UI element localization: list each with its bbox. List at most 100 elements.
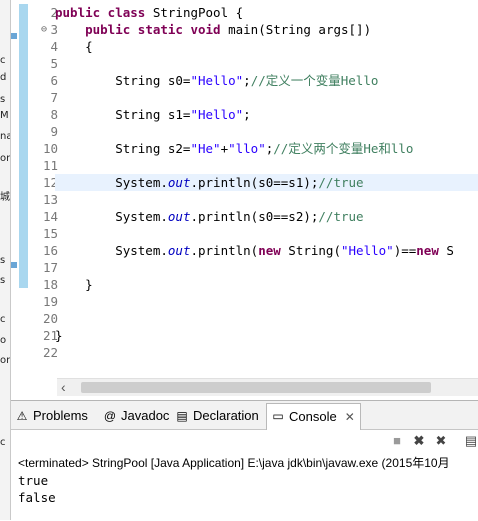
explorer-text-fragment: 城 xyxy=(0,192,10,203)
tab-console[interactable]: ▭ Console ✕ xyxy=(266,403,361,430)
bottom-panel: ⚠ Problems @ Javadoc ▤ Declaration ▭ Console ✕ ■… xyxy=(11,400,478,521)
tab-label: Console xyxy=(289,409,337,424)
code-text: ; xyxy=(243,73,251,88)
code-text: ; xyxy=(243,107,251,122)
code-line[interactable] xyxy=(55,123,478,140)
line-number: 11 xyxy=(42,158,58,173)
string-literal: "llo" xyxy=(228,141,266,156)
explorer-text-fragment: c xyxy=(0,314,6,325)
line-number: 9 xyxy=(50,124,58,139)
explorer-text-fragment: s xyxy=(0,255,6,266)
explorer-text-fragment: c xyxy=(0,55,6,66)
code-text: S xyxy=(438,243,454,258)
code-text: .println(s0==s2); xyxy=(190,209,319,224)
fold-toggle-icon[interactable]: ⊖ xyxy=(39,21,49,38)
terminate-icon[interactable]: ■ xyxy=(389,433,405,449)
overview-ruler xyxy=(11,0,17,380)
field-reference: out xyxy=(167,175,191,190)
comment: //定义一个变量Hello xyxy=(250,73,379,88)
panel-tab-bar: ⚠ Problems @ Javadoc ▤ Declaration ▭ Console ✕ xyxy=(11,401,478,430)
line-number: 13 xyxy=(42,192,58,207)
code-line[interactable] xyxy=(55,55,478,72)
code-text: + xyxy=(220,141,229,156)
console-output: true false xyxy=(18,472,56,506)
comment: //true xyxy=(318,175,364,190)
code-line[interactable]: public class StringPool { xyxy=(55,4,478,21)
code-line[interactable]: System.out.println(s0==s2);//true xyxy=(55,208,478,225)
console-status-line: <terminated> StringPool [Java Applicatio… xyxy=(18,456,450,470)
explorer-text-fragment: or xyxy=(0,153,11,164)
string-literal: "Hello" xyxy=(341,243,394,258)
keyword: new xyxy=(416,243,439,258)
keyword: public class xyxy=(55,5,146,20)
explorer-text-fragment: M xyxy=(0,110,9,121)
string-literal: "He" xyxy=(190,141,221,156)
code-line[interactable] xyxy=(55,157,478,174)
line-number: 2 xyxy=(50,5,58,20)
explorer-text-fragment: na xyxy=(0,131,10,142)
code-text: System. xyxy=(55,243,168,258)
code-line[interactable] xyxy=(55,310,478,327)
ruler-mark[interactable] xyxy=(11,33,17,39)
scroll-left-icon[interactable]: ‹ xyxy=(61,379,66,396)
code-line[interactable] xyxy=(55,191,478,208)
line-number: 21 xyxy=(42,328,58,343)
console-output-line: false xyxy=(18,490,56,505)
code-line[interactable]: System.out.println(new String("Hello")==… xyxy=(55,242,478,259)
code-line[interactable]: { xyxy=(55,38,478,55)
string-literal: "Hello" xyxy=(190,107,244,122)
code-editor[interactable]: 2 3 4 5 6 7 8 9 10 11 12 13 14 15 16 17 18 19 20 21 22 publi… xyxy=(11,0,478,398)
tab-problems[interactable]: ⚠ Problems xyxy=(11,404,97,428)
code-text: String s0= xyxy=(55,73,191,88)
code-line[interactable]: } xyxy=(55,327,478,344)
code-line[interactable]: ⊖ public static void main(String args[]) xyxy=(41,21,478,38)
code-area[interactable]: public class StringPool {⊖ public static… xyxy=(41,4,478,361)
field-reference: out xyxy=(167,209,191,224)
code-line[interactable]: } xyxy=(55,276,478,293)
remove-launch-icon[interactable]: ✖ xyxy=(411,433,427,449)
explorer-text-fragment: o xyxy=(0,335,7,346)
code-line[interactable]: String s0="Hello";//定义一个变量Hello xyxy=(55,72,478,89)
code-line[interactable]: String s1="Hello"; xyxy=(55,106,478,123)
console-output-line: true xyxy=(18,473,49,488)
code-line[interactable] xyxy=(55,225,478,242)
remove-all-terminated-icon[interactable]: ✖ xyxy=(433,433,449,449)
line-number: 12 xyxy=(42,175,58,190)
tab-declaration[interactable]: ▤ Declaration xyxy=(171,404,264,428)
code-line[interactable]: String s2="He"+"llo";//定义两个变量He和llo xyxy=(55,140,478,157)
keyword: public static void xyxy=(85,22,221,37)
code-line[interactable] xyxy=(55,259,478,276)
string-literal: "Hello" xyxy=(190,73,244,88)
comment: //true xyxy=(318,209,364,224)
package-explorer-edge: cdsMnaor城sscoorc xyxy=(0,0,11,520)
line-number: 5 xyxy=(50,56,58,71)
close-icon[interactable]: ✕ xyxy=(345,410,355,424)
tab-javadoc[interactable]: @ Javadoc xyxy=(99,404,170,428)
code-line[interactable] xyxy=(55,89,478,106)
console-toolbar: ■ ✖ ✖ ▤ xyxy=(11,430,478,452)
change-bar xyxy=(19,4,28,288)
ruler-mark[interactable] xyxy=(11,262,17,268)
tab-label: Javadoc xyxy=(121,408,170,423)
code-text: System. xyxy=(55,175,168,190)
current-code-line[interactable]: System.out.println(s0==s1);//true xyxy=(55,174,478,191)
comment: //定义两个变量He和llo xyxy=(273,141,414,156)
code-text: String( xyxy=(280,243,341,258)
explorer-text-fragment: d xyxy=(0,72,7,83)
scrollbar-thumb[interactable] xyxy=(81,382,431,393)
console-icon: ▭ xyxy=(272,409,284,423)
horizontal-scrollbar[interactable]: ‹ xyxy=(57,378,478,396)
code-line[interactable] xyxy=(55,344,478,361)
code-line[interactable] xyxy=(55,293,478,310)
line-number: 10 xyxy=(42,141,58,156)
explorer-text-fragment: or xyxy=(0,355,11,366)
explorer-text-fragment: c xyxy=(0,437,6,448)
clear-console-icon[interactable]: ▤ xyxy=(463,433,478,449)
code-text: String s2= xyxy=(55,141,191,156)
line-number: 7 xyxy=(50,90,58,105)
line-number: 4 xyxy=(50,39,58,54)
tab-label: Problems xyxy=(33,408,88,423)
line-number: 18 xyxy=(42,277,58,292)
tab-label: Declaration xyxy=(193,408,259,423)
line-number: 15 xyxy=(42,226,58,241)
